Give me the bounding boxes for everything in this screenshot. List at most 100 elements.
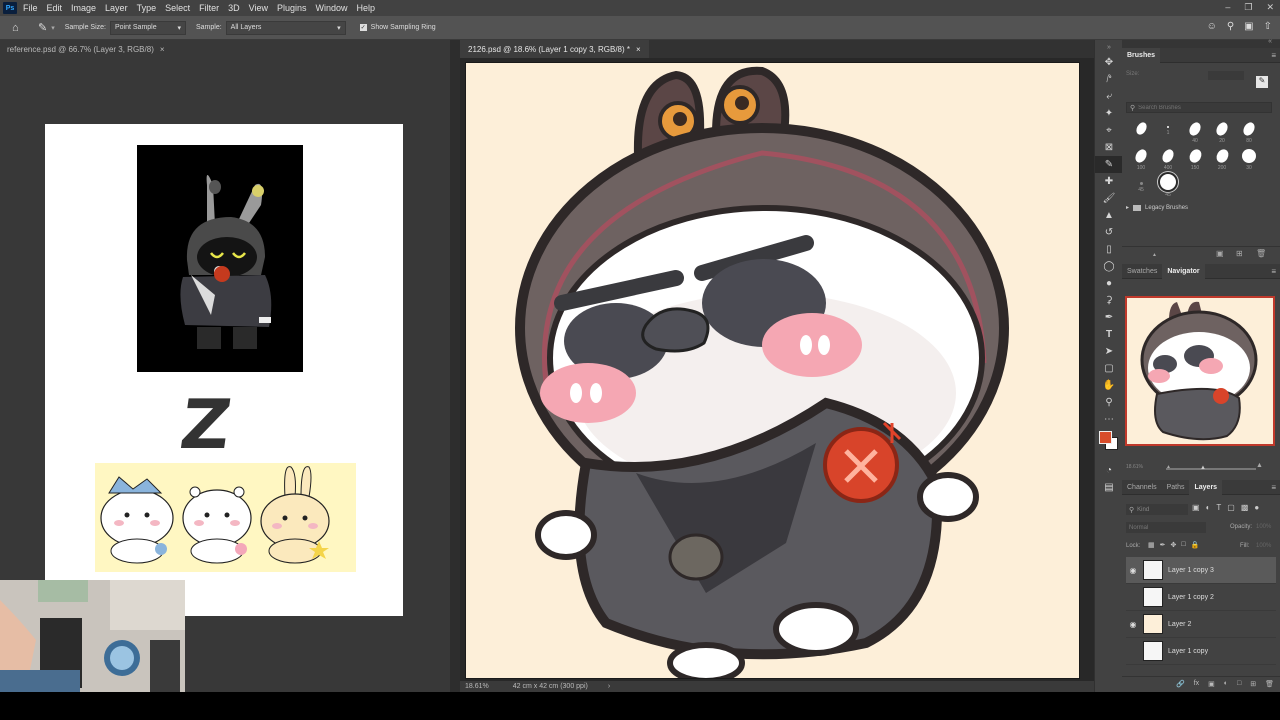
- foreground-color-swatch[interactable]: [1099, 431, 1112, 444]
- history-brush-tool-icon[interactable]: ↺: [1095, 224, 1123, 241]
- filter-smart-object-icon[interactable]: ▩: [1241, 503, 1249, 512]
- pen-tool-icon[interactable]: ✒: [1095, 309, 1123, 326]
- main-doc-tab[interactable]: 2126.psd @ 18.6% (Layer 1 copy 3, RGB/8)…: [460, 40, 649, 58]
- new-layer-icon[interactable]: ⊞: [1250, 680, 1256, 688]
- eyedropper-tool-icon[interactable]: ✎: [1095, 156, 1123, 173]
- chevron-down-icon[interactable]: ▾: [51, 24, 55, 32]
- menu-filter[interactable]: Filter: [199, 3, 219, 13]
- dodge-tool-icon[interactable]: ⚳: [1095, 292, 1123, 309]
- layer-row[interactable]: ◉ Layer 2: [1126, 611, 1276, 638]
- add-mask-icon[interactable]: ▣: [1208, 680, 1215, 688]
- menu-type[interactable]: Type: [137, 3, 157, 13]
- blend-mode-select[interactable]: Normal: [1126, 522, 1206, 533]
- lock-artboard-icon[interactable]: □: [1181, 541, 1185, 549]
- restore-icon[interactable]: ❐: [1244, 2, 1252, 13]
- delete-brush-icon[interactable]: 🗑: [1256, 249, 1266, 258]
- panel-menu-icon[interactable]: ≡: [1271, 483, 1276, 492]
- sample-size-select[interactable]: Point Sample ▾: [109, 20, 186, 35]
- eyedropper-tool-preset-icon[interactable]: ✎: [38, 21, 47, 34]
- brush-search-input[interactable]: [1138, 104, 1259, 111]
- filter-shape-icon[interactable]: ▢: [1227, 503, 1235, 512]
- show-sampling-ring-checkbox[interactable]: ✓: [359, 24, 367, 31]
- layer-row[interactable]: Layer 1 copy 2: [1126, 584, 1276, 611]
- status-menu-arrow-icon[interactable]: ›: [608, 683, 610, 690]
- search-icon[interactable]: ⚲: [1227, 21, 1234, 32]
- brush-preset[interactable]: [1130, 120, 1152, 146]
- navigator-zoom-slider[interactable]: ▲: [1166, 465, 1256, 471]
- filter-toggle-icon[interactable]: ●: [1254, 503, 1259, 512]
- layer-filter-kind[interactable]: ⚲ Kind: [1126, 504, 1188, 515]
- fill-value[interactable]: 100%: [1256, 543, 1271, 549]
- type-tool-icon[interactable]: T: [1095, 326, 1123, 343]
- home-icon[interactable]: ⌂: [12, 22, 26, 34]
- path-selection-tool-icon[interactable]: ➤: [1095, 343, 1123, 360]
- brush-preset[interactable]: 20: [1211, 120, 1233, 146]
- tab-swatches[interactable]: Swatches: [1122, 264, 1162, 279]
- legacy-brushes-folder[interactable]: ▸ Legacy Brushes: [1126, 204, 1188, 211]
- more-tools-icon[interactable]: ⋯: [1095, 411, 1123, 428]
- minimize-icon[interactable]: –: [1225, 2, 1230, 13]
- zoom-readout[interactable]: 18.61%: [465, 683, 489, 690]
- paint-bucket-tool-icon[interactable]: ◯: [1095, 258, 1123, 275]
- collapse-toolbar-icon[interactable]: »: [1095, 40, 1123, 54]
- menu-select[interactable]: Select: [165, 3, 190, 13]
- new-group-icon[interactable]: ▣: [1216, 249, 1224, 258]
- healing-brush-tool-icon[interactable]: ✚: [1095, 173, 1123, 190]
- marquee-tool-icon[interactable]: ⭚: [1095, 71, 1123, 88]
- brush-settings-icon[interactable]: ✎: [1256, 76, 1268, 88]
- zoom-tool-icon[interactable]: ⚲: [1095, 394, 1123, 411]
- menu-help[interactable]: Help: [357, 3, 376, 13]
- lock-all-icon[interactable]: 🔒: [1191, 541, 1200, 549]
- brush-preset[interactable]: 400: [1157, 147, 1179, 173]
- navigator-preview[interactable]: [1125, 296, 1275, 446]
- eraser-tool-icon[interactable]: ▯: [1095, 241, 1123, 258]
- filter-pixel-icon[interactable]: ▣: [1192, 503, 1200, 512]
- brush-tool-icon[interactable]: 🖌: [1095, 190, 1123, 207]
- brush-preset[interactable]: 45: [1130, 176, 1152, 200]
- link-layers-icon[interactable]: 🔗: [1176, 680, 1185, 688]
- brush-preset[interactable]: 80: [1238, 120, 1260, 146]
- lock-position-icon[interactable]: ✥: [1171, 541, 1177, 549]
- brush-preset[interactable]: 100: [1130, 147, 1152, 173]
- visibility-eye-icon[interactable]: ◉: [1126, 566, 1140, 575]
- delete-layer-icon[interactable]: 🗑: [1265, 680, 1274, 688]
- adjustment-layer-icon[interactable]: ◐: [1224, 680, 1228, 687]
- lock-pixels-icon[interactable]: ✒: [1160, 541, 1166, 549]
- tab-layers[interactable]: Layers: [1189, 479, 1223, 495]
- menu-window[interactable]: Window: [316, 3, 348, 13]
- rectangle-tool-icon[interactable]: ▢: [1095, 360, 1123, 377]
- collapse-panels-icon[interactable]: «: [1268, 38, 1272, 45]
- filter-adjustment-icon[interactable]: ◐: [1206, 503, 1211, 512]
- main-canvas[interactable]: [465, 62, 1080, 679]
- workspace-icon[interactable]: ▣: [1244, 21, 1253, 32]
- menu-edit[interactable]: Edit: [47, 3, 63, 13]
- screen-mode-icon[interactable]: ▤: [1095, 479, 1123, 496]
- menu-image[interactable]: Image: [71, 3, 96, 13]
- menu-view[interactable]: View: [249, 3, 268, 13]
- tab-navigator[interactable]: Navigator: [1162, 263, 1205, 279]
- crop-tool-icon[interactable]: ⌖: [1095, 122, 1123, 139]
- close-tab-icon[interactable]: ×: [636, 45, 641, 54]
- brush-size-field[interactable]: [1208, 71, 1244, 80]
- reference-canvas[interactable]: Z: [45, 124, 403, 616]
- visibility-eye-icon[interactable]: ◉: [1126, 620, 1140, 629]
- quick-mask-icon[interactable]: ◔: [1095, 462, 1123, 479]
- menu-plugins[interactable]: Plugins: [277, 3, 307, 13]
- close-window-icon[interactable]: ✕: [1266, 2, 1274, 13]
- brush-search-box[interactable]: ⚲: [1126, 102, 1272, 113]
- tab-channels[interactable]: Channels: [1122, 480, 1162, 495]
- frame-tool-icon[interactable]: ⊠: [1095, 139, 1123, 156]
- panel-menu-icon[interactable]: ≡: [1271, 51, 1276, 60]
- brush-preset[interactable]: 200: [1211, 147, 1233, 173]
- menu-layer[interactable]: Layer: [105, 3, 128, 13]
- add-style-button[interactable]: fx: [1194, 680, 1199, 687]
- close-tab-icon[interactable]: ×: [160, 45, 165, 54]
- reference-tab[interactable]: reference.psd @ 66.7% (Layer 3, RGB/8) ×: [0, 40, 165, 58]
- brush-preset[interactable]: 150: [1184, 147, 1206, 173]
- zoom-in-icon[interactable]: ▲: [1256, 462, 1263, 469]
- layer-row[interactable]: ◉ Layer 1 copy 3: [1126, 557, 1276, 584]
- layer-row[interactable]: Layer 1 copy: [1126, 638, 1276, 665]
- clone-stamp-tool-icon[interactable]: ▲: [1095, 207, 1123, 224]
- zoom-out-icon[interactable]: ▲: [1166, 464, 1171, 470]
- opacity-value[interactable]: 100%: [1256, 524, 1271, 530]
